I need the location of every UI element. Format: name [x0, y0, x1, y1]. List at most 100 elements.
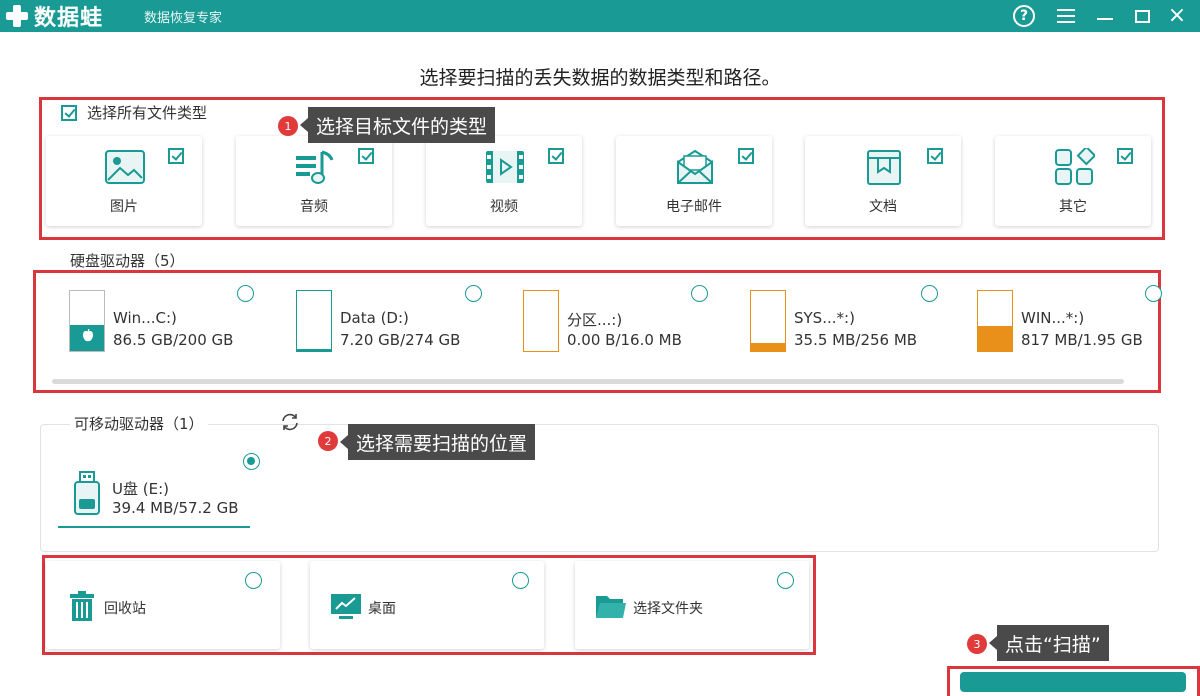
- brand-name: 数据蛙: [34, 6, 104, 31]
- location-card-desktop[interactable]: 桌面: [310, 561, 544, 649]
- file-type-label: 其它: [1059, 199, 1087, 215]
- location-radio[interactable]: [777, 572, 794, 589]
- maximize-icon: [1134, 9, 1150, 23]
- file-type-checkbox[interactable]: [168, 148, 184, 164]
- callout-select-location: 选择需要扫描的位置: [339, 424, 536, 460]
- file-type-card-image[interactable]: 图片: [46, 136, 202, 226]
- document-icon: [867, 150, 901, 185]
- file-type-label: 图片: [110, 199, 138, 215]
- drive-radio[interactable]: [465, 285, 482, 302]
- drive-size: 0.00 B/16.0 MB: [567, 331, 682, 349]
- drive-usage-fill: [297, 349, 331, 351]
- drive-radio[interactable]: [237, 285, 254, 302]
- scan-button[interactable]: [960, 672, 1186, 692]
- drives-horizontal-scrollbar[interactable]: [52, 379, 1124, 384]
- hamburger-icon: [1057, 9, 1075, 23]
- file-type-card-document[interactable]: 文档: [805, 136, 961, 226]
- app-subtitle: 数据恢复专家: [144, 11, 223, 26]
- file-type-card-audio[interactable]: 音频: [236, 136, 392, 226]
- hard-drives-title: 硬盘驱动器（5）: [70, 252, 185, 270]
- usb-drive-icon: [74, 471, 100, 515]
- recycle-bin-icon: [70, 591, 94, 621]
- usb-drive-radio[interactable]: [243, 453, 260, 470]
- drive-radio[interactable]: [921, 285, 938, 302]
- removable-drives-title: 可移动驱动器（1）: [70, 413, 208, 434]
- file-type-checkbox[interactable]: [548, 148, 564, 164]
- file-type-card-video[interactable]: 视频: [426, 136, 582, 226]
- desktop-icon: [331, 594, 361, 619]
- location-radio[interactable]: [512, 572, 529, 589]
- drive-name: 分区...:): [567, 311, 623, 329]
- drive-size: 35.5 MB/256 MB: [794, 331, 918, 349]
- callout-click-scan: 点击“扫描”: [989, 625, 1109, 661]
- select-all-label: 选择所有文件类型: [87, 104, 208, 122]
- select-all-checkbox[interactable]: [61, 104, 77, 121]
- location-card-recycle-bin[interactable]: 回收站: [46, 561, 280, 649]
- file-type-checkbox[interactable]: [1117, 148, 1133, 164]
- callout-badge-1: 1: [278, 116, 298, 136]
- audio-icon: [296, 150, 334, 184]
- drive-item[interactable]: SYS...*:) 35.5 MB/256 MB: [750, 284, 960, 358]
- file-type-label: 文档: [869, 199, 897, 215]
- location-label: 选择文件夹: [633, 601, 703, 617]
- app-logo: 数据蛙: [4, 2, 104, 31]
- drive-radio[interactable]: [691, 285, 708, 302]
- file-type-label: 电子邮件: [666, 199, 722, 215]
- refresh-icon[interactable]: [279, 412, 301, 432]
- callout-badge-2: 2: [318, 431, 338, 451]
- drive-usage-bar: [69, 290, 105, 352]
- help-button[interactable]: ?: [1006, 0, 1042, 32]
- usb-drive-size: 39.4 MB/57.2 GB: [112, 499, 239, 517]
- drive-usage-bar: [750, 290, 786, 352]
- drive-item[interactable]: Data (D:) 7.20 GB/274 GB: [296, 284, 506, 358]
- drive-usage-bar: [977, 290, 1013, 352]
- other-icon: [1055, 148, 1095, 185]
- video-icon: [486, 151, 524, 183]
- minimize-button[interactable]: [1087, 0, 1123, 32]
- file-type-card-email[interactable]: 电子邮件: [616, 136, 772, 226]
- drive-size: 817 MB/1.95 GB: [1021, 331, 1143, 349]
- drive-item[interactable]: Win...C:) 86.5 GB/200 GB: [69, 284, 279, 358]
- drive-usage-fill: [751, 342, 785, 351]
- drive-name: SYS...*:): [794, 309, 855, 327]
- apple-icon: [83, 329, 93, 342]
- callout-badge-3: 3: [967, 634, 987, 654]
- drive-size: 86.5 GB/200 GB: [113, 331, 234, 349]
- close-button[interactable]: ×: [1159, 0, 1195, 32]
- maximize-button[interactable]: [1124, 0, 1160, 32]
- logo-cross-icon: [4, 3, 30, 29]
- minimize-icon: [1097, 18, 1113, 20]
- location-label: 桌面: [368, 601, 396, 617]
- drive-item[interactable]: 分区...:) 0.00 B/16.0 MB: [523, 284, 733, 358]
- file-type-label: 视频: [490, 199, 518, 215]
- file-type-checkbox[interactable]: [358, 148, 374, 164]
- file-type-label: 音频: [300, 199, 328, 215]
- title-bar: 数据蛙 数据恢复专家 ? ×: [0, 0, 1200, 32]
- image-icon: [105, 150, 145, 184]
- usb-drive-item[interactable]: U盘 (E:) 39.4 MB/57.2 GB: [58, 452, 260, 528]
- drive-usage-fill: [978, 326, 1012, 351]
- folder-icon: [596, 596, 626, 618]
- location-radio[interactable]: [245, 572, 262, 589]
- select-all-types[interactable]: 选择所有文件类型: [61, 102, 207, 123]
- drive-usage-bar: [523, 290, 559, 352]
- drive-item[interactable]: WIN...*:) 817 MB/1.95 GB: [977, 284, 1162, 358]
- drive-size: 7.20 GB/274 GB: [340, 331, 461, 349]
- drive-radio[interactable]: [1145, 285, 1162, 302]
- location-card-folder[interactable]: 选择文件夹: [575, 561, 809, 649]
- drive-usage-bar: [296, 290, 332, 352]
- file-type-card-other[interactable]: 其它: [995, 136, 1151, 226]
- close-icon: ×: [1167, 3, 1187, 28]
- email-icon: [677, 149, 713, 184]
- page-heading: 选择要扫描的丢失数据的数据类型和路径。: [419, 67, 781, 89]
- drive-name: WIN...*:): [1021, 309, 1085, 327]
- help-icon: ?: [1013, 5, 1035, 27]
- drive-name: Data (D:): [340, 309, 409, 327]
- location-label: 回收站: [104, 601, 146, 617]
- drive-name: Win...C:): [113, 309, 177, 327]
- usb-drive-name: U盘 (E:): [112, 480, 169, 498]
- file-type-checkbox[interactable]: [738, 148, 754, 164]
- menu-button[interactable]: [1048, 0, 1084, 32]
- callout-select-type: 选择目标文件的类型: [299, 107, 496, 143]
- file-type-checkbox[interactable]: [927, 148, 943, 164]
